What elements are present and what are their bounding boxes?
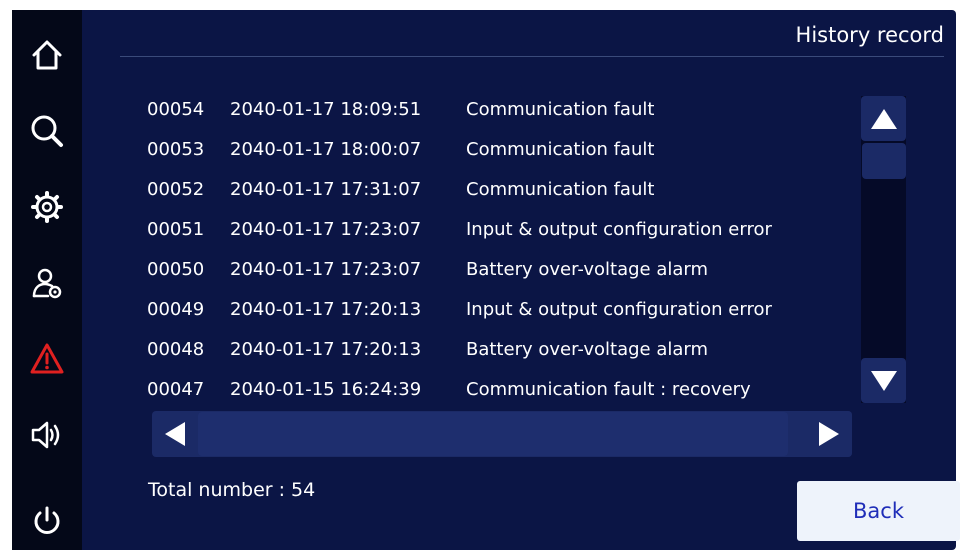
- arrow-down-icon: [870, 370, 897, 391]
- record-event: Battery over-voltage alarm: [466, 339, 708, 360]
- alarm-icon: [30, 343, 64, 374]
- history-row[interactable]: 00048 2040-01-17 17:20:13 Battery over-vol…: [147, 330, 708, 370]
- screen: History record 00054 2040-01-17 18:09:51 C…: [0, 0, 969, 554]
- record-time: 2040-01-17 18:00:07: [230, 139, 422, 160]
- nav-settings[interactable]: [12, 182, 82, 232]
- history-row[interactable]: 00053 2040-01-17 18:00:07 Communication fa…: [147, 130, 654, 170]
- record-event: Input & output configuration error: [466, 299, 772, 320]
- record-time: 2040-01-17 17:31:07: [230, 179, 422, 200]
- scroll-left-button[interactable]: [152, 411, 198, 457]
- nav-home[interactable]: [12, 30, 82, 80]
- record-time: 2040-01-17 17:20:13: [230, 299, 422, 320]
- arrow-up-icon: [870, 108, 897, 129]
- history-row[interactable]: 00050 2040-01-17 17:23:07 Battery over-vol…: [147, 250, 708, 290]
- history-list: 00054 2040-01-17 18:09:51 Communication fa…: [147, 90, 857, 412]
- page-title: History record: [795, 23, 944, 47]
- record-id: 00048: [147, 339, 205, 360]
- nav-user-settings[interactable]: [12, 258, 82, 308]
- history-row[interactable]: 00051 2040-01-17 17:23:07 Input & output c…: [147, 210, 772, 250]
- record-id: 00051: [147, 219, 205, 240]
- back-button[interactable]: Back: [797, 481, 960, 541]
- record-id: 00054: [147, 99, 205, 120]
- record-event: Input & output configuration error: [466, 219, 772, 240]
- record-event: Battery over-voltage alarm: [466, 259, 708, 280]
- speaker-icon: [31, 421, 60, 449]
- nav-sound[interactable]: [12, 410, 82, 460]
- record-time: 2040-01-15 16:24:39: [230, 379, 422, 400]
- record-id: 00052: [147, 179, 205, 200]
- home-icon: [32, 40, 62, 70]
- power-icon: [34, 506, 60, 534]
- history-row[interactable]: 00052 2040-01-17 17:31:07 Communication fa…: [147, 170, 654, 210]
- record-event: Communication fault: [466, 179, 655, 200]
- history-row[interactable]: 00047 2040-01-15 16:24:39 Communication fa…: [147, 370, 751, 410]
- scroll-up-button[interactable]: [861, 96, 906, 141]
- nav-power[interactable]: [12, 496, 82, 546]
- record-event: Communication fault: [466, 99, 655, 120]
- record-id: 00047: [147, 379, 205, 400]
- title-divider: [120, 56, 944, 57]
- scroll-right-button[interactable]: [806, 411, 852, 457]
- gear-icon: [31, 191, 63, 223]
- total-count: Total number : 54: [148, 479, 316, 501]
- record-time: 2040-01-17 17:23:07: [230, 219, 422, 240]
- nav-alarm[interactable]: [12, 334, 82, 384]
- record-event: Communication fault: [466, 139, 655, 160]
- user-settings-icon: [32, 268, 62, 299]
- record-id: 00049: [147, 299, 205, 320]
- arrow-left-icon: [165, 422, 185, 446]
- record-time: 2040-01-17 18:09:51: [230, 99, 422, 120]
- record-id: 00053: [147, 139, 205, 160]
- sidebar: [12, 10, 82, 550]
- history-row[interactable]: 00049 2040-01-17 17:20:13 Input & output c…: [147, 290, 772, 330]
- horizontal-scrollbar-thumb[interactable]: [198, 412, 788, 456]
- record-time: 2040-01-17 17:20:13: [230, 339, 422, 360]
- arrow-right-icon: [819, 422, 839, 446]
- vertical-scrollbar-thumb[interactable]: [862, 143, 906, 179]
- record-event: Communication fault : recovery: [466, 379, 751, 400]
- record-id: 00050: [147, 259, 205, 280]
- search-icon: [31, 115, 63, 147]
- record-time: 2040-01-17 17:23:07: [230, 259, 422, 280]
- nav-search[interactable]: [12, 106, 82, 156]
- scroll-down-button[interactable]: [861, 358, 906, 403]
- history-row[interactable]: 00054 2040-01-17 18:09:51 Communication fa…: [147, 90, 654, 130]
